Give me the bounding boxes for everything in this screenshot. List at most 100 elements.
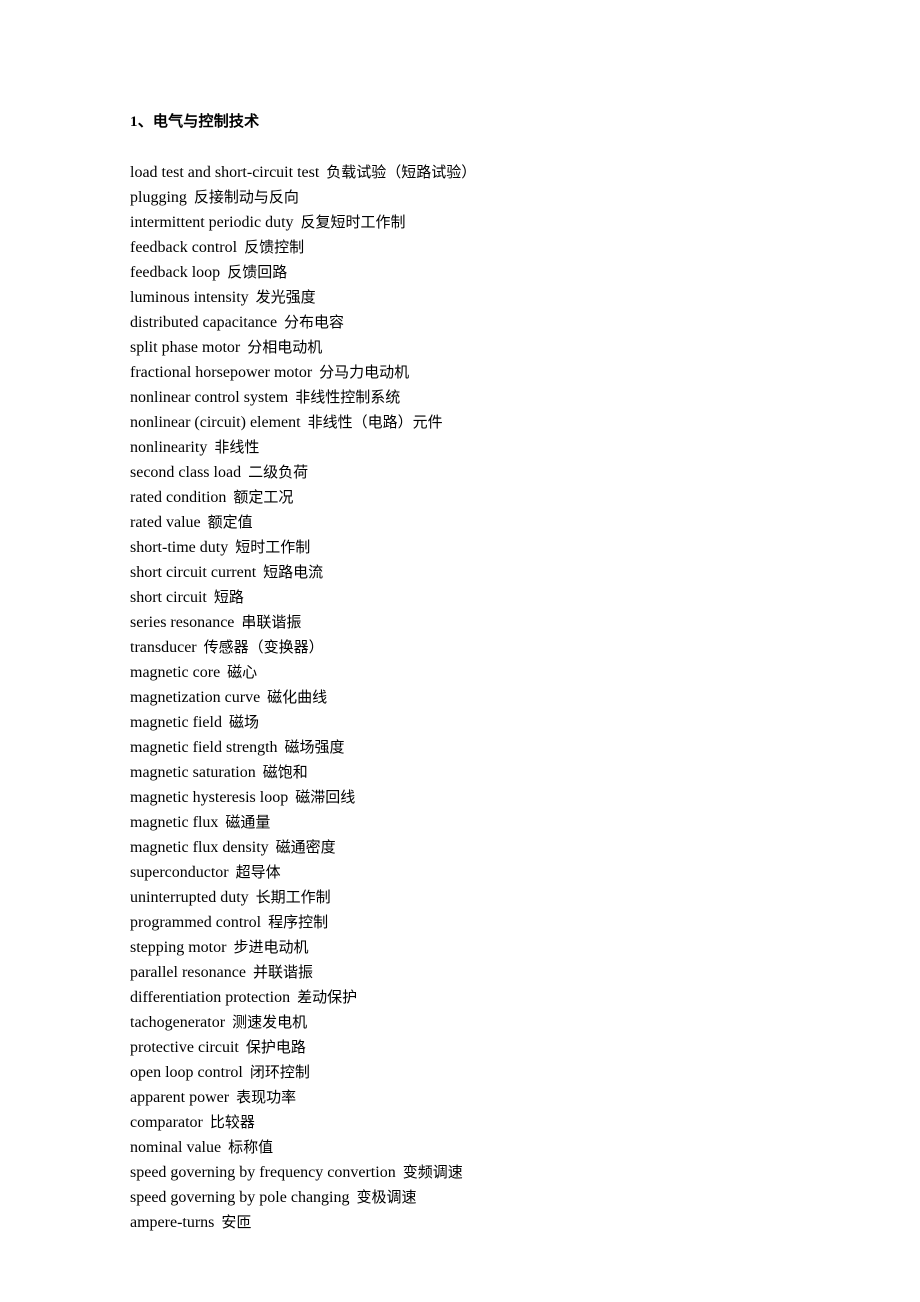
glossary-entry: nonlinear control system 非线性控制系统 — [130, 385, 790, 410]
glossary-term-chinese: 反复短时工作制 — [300, 213, 406, 231]
glossary-term-english: feedback control — [130, 239, 238, 256]
glossary-term-english: luminous intensity — [130, 289, 249, 306]
glossary-entry: magnetic saturation 磁饱和 — [130, 760, 790, 785]
glossary-entry: open loop control 闭环控制 — [130, 1060, 790, 1085]
glossary-entry: magnetic flux 磁通量 — [130, 810, 790, 835]
glossary-term-chinese: 非线性控制系统 — [295, 388, 401, 406]
glossary-entry: differentiation protection 差动保护 — [130, 985, 790, 1010]
glossary-term-english: short-time duty — [130, 539, 229, 556]
glossary-term-chinese: 反接制动与反向 — [193, 188, 299, 206]
glossary-entry: short circuit 短路 — [130, 585, 790, 610]
glossary-term-chinese: 变极调速 — [356, 1188, 417, 1206]
glossary-term-chinese: 二级负荷 — [248, 463, 309, 481]
glossary-entry: feedback control 反馈控制 — [130, 235, 790, 260]
glossary-term-english: magnetic field strength — [130, 739, 278, 756]
glossary-term-chinese: 差动保护 — [297, 988, 358, 1006]
glossary-term-english: apparent power — [130, 1089, 230, 1106]
glossary-entry: nominal value 标称值 — [130, 1135, 790, 1160]
glossary-term-english: uninterrupted duty — [130, 889, 249, 906]
glossary-term-english: series resonance — [130, 614, 235, 631]
glossary-term-english: parallel resonance — [130, 964, 246, 981]
glossary-entry: magnetic field 磁场 — [130, 710, 790, 735]
glossary-entry: series resonance 串联谐振 — [130, 610, 790, 635]
glossary-term-chinese: 变频调速 — [402, 1163, 463, 1181]
glossary-term-english: magnetic hysteresis loop — [130, 789, 289, 806]
glossary-term-english: nonlinear (circuit) element — [130, 414, 301, 431]
glossary-term-chinese: 额定值 — [207, 513, 253, 531]
glossary-term-chinese: 磁心 — [227, 663, 258, 681]
glossary-entry: magnetization curve 磁化曲线 — [130, 685, 790, 710]
glossary-entry: split phase motor 分相电动机 — [130, 335, 790, 360]
glossary-entry: fractional horsepower motor 分马力电动机 — [130, 360, 790, 385]
glossary-entry: magnetic hysteresis loop 磁滞回线 — [130, 785, 790, 810]
glossary-term-chinese: 分马力电动机 — [319, 363, 410, 381]
glossary-term-english: plugging — [130, 189, 187, 206]
glossary-term-chinese: 分相电动机 — [247, 338, 323, 356]
glossary-term-english: distributed capacitance — [130, 314, 278, 331]
glossary-entry: transducer 传感器（变换器） — [130, 635, 790, 660]
glossary-term-english: rated value — [130, 514, 201, 531]
glossary-entry: programmed control 程序控制 — [130, 910, 790, 935]
glossary-list: load test and short-circuit test 负载试验（短路试… — [130, 160, 790, 1235]
glossary-entry: speed governing by pole changing 变极调速 — [130, 1185, 790, 1210]
glossary-entry: uninterrupted duty 长期工作制 — [130, 885, 790, 910]
glossary-term-chinese: 步进电动机 — [233, 938, 309, 956]
glossary-term-chinese: 磁化曲线 — [267, 688, 328, 706]
glossary-term-english: comparator — [130, 1114, 203, 1131]
glossary-term-chinese: 短时工作制 — [235, 538, 311, 556]
glossary-term-english: rated condition — [130, 489, 227, 506]
glossary-term-chinese: 超导体 — [235, 863, 281, 881]
glossary-entry: ampere-turns 安匝 — [130, 1210, 790, 1235]
glossary-term-chinese: 磁场 — [228, 713, 259, 731]
glossary-entry: protective circuit 保护电路 — [130, 1035, 790, 1060]
glossary-term-english: speed governing by frequency convertion — [130, 1164, 396, 1181]
glossary-entry: load test and short-circuit test 负载试验（短路试… — [130, 160, 790, 185]
glossary-entry: feedback loop 反馈回路 — [130, 260, 790, 285]
glossary-term-chinese: 负载试验（短路试验） — [326, 163, 477, 181]
glossary-term-english: magnetic saturation — [130, 764, 256, 781]
glossary-term-chinese: 磁滞回线 — [295, 788, 356, 806]
glossary-term-chinese: 额定工况 — [233, 488, 294, 506]
glossary-term-english: nominal value — [130, 1139, 222, 1156]
glossary-term-chinese: 非线性（电路）元件 — [307, 413, 443, 431]
glossary-term-chinese: 测速发电机 — [232, 1013, 308, 1031]
glossary-entry: stepping motor 步进电动机 — [130, 935, 790, 960]
glossary-term-chinese: 安匝 — [221, 1213, 252, 1231]
document-body: 1、电气与控制技术 load test and short-circuit te… — [130, 112, 790, 1235]
glossary-term-english: magnetic flux density — [130, 839, 269, 856]
glossary-term-english: ampere-turns — [130, 1214, 215, 1231]
glossary-term-english: magnetic core — [130, 664, 221, 681]
glossary-term-english: feedback loop — [130, 264, 221, 281]
glossary-term-english: superconductor — [130, 864, 229, 881]
glossary-term-chinese: 长期工作制 — [255, 888, 331, 906]
glossary-term-chinese: 反馈回路 — [227, 263, 288, 281]
glossary-entry: rated condition 额定工况 — [130, 485, 790, 510]
glossary-term-chinese: 短路电流 — [263, 563, 324, 581]
glossary-entry: magnetic flux density 磁通密度 — [130, 835, 790, 860]
glossary-term-english: stepping motor — [130, 939, 227, 956]
glossary-entry: distributed capacitance 分布电容 — [130, 310, 790, 335]
glossary-entry: plugging 反接制动与反向 — [130, 185, 790, 210]
glossary-term-chinese: 保护电路 — [245, 1038, 306, 1056]
glossary-entry: nonlinearity 非线性 — [130, 435, 790, 460]
glossary-term-chinese: 短路 — [213, 588, 244, 606]
glossary-entry: tachogenerator 测速发电机 — [130, 1010, 790, 1035]
glossary-term-chinese: 程序控制 — [268, 913, 329, 931]
glossary-term-english: nonlinearity — [130, 439, 208, 456]
glossary-term-chinese: 标称值 — [228, 1138, 274, 1156]
glossary-entry: nonlinear (circuit) element 非线性（电路）元件 — [130, 410, 790, 435]
glossary-entry: short-time duty 短时工作制 — [130, 535, 790, 560]
glossary-entry: luminous intensity 发光强度 — [130, 285, 790, 310]
glossary-term-english: short circuit — [130, 589, 207, 606]
glossary-entry: rated value 额定值 — [130, 510, 790, 535]
glossary-entry: magnetic core 磁心 — [130, 660, 790, 685]
glossary-term-chinese: 反馈控制 — [244, 238, 305, 256]
glossary-entry: apparent power 表现功率 — [130, 1085, 790, 1110]
glossary-term-chinese: 分布电容 — [284, 313, 345, 331]
glossary-term-english: protective circuit — [130, 1039, 239, 1056]
glossary-term-chinese: 磁通密度 — [275, 838, 336, 856]
document-page: 1、电气与控制技术 load test and short-circuit te… — [0, 0, 920, 1302]
glossary-term-english: transducer — [130, 639, 197, 656]
glossary-term-chinese: 传感器（变换器） — [203, 638, 324, 656]
glossary-term-english: load test and short-circuit test — [130, 164, 320, 181]
